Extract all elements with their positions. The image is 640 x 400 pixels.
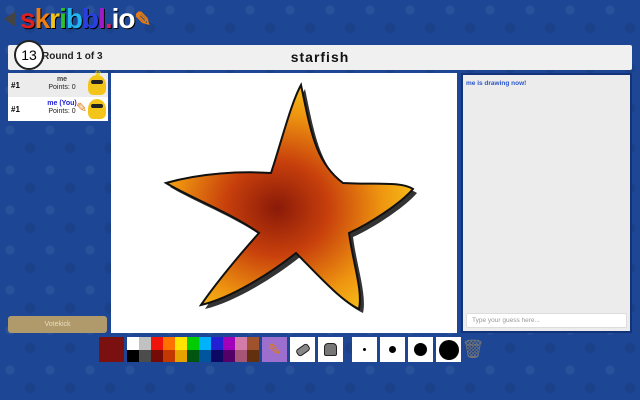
color-swatch[interactable] [247, 337, 259, 350]
brush-dot-icon [438, 339, 459, 360]
starfish-drawing [163, 82, 417, 313]
color-palette [127, 337, 259, 363]
eraser-icon [294, 342, 311, 357]
color-swatch[interactable] [235, 349, 247, 362]
color-swatch[interactable] [175, 349, 187, 362]
eraser-tool-button[interactable] [290, 337, 315, 362]
color-swatch[interactable] [223, 349, 235, 362]
pencil-icon: ✎ [267, 341, 282, 359]
logo-pencil-icon: ✎ [134, 8, 152, 31]
player-rank: #1 [11, 81, 20, 90]
color-swatch[interactable] [211, 337, 223, 350]
logo-letter: o [118, 3, 135, 34]
color-swatch[interactable] [139, 349, 151, 362]
fill-tool-button[interactable] [318, 337, 343, 362]
color-swatch[interactable] [223, 337, 235, 350]
color-swatch[interactable] [127, 337, 139, 350]
game-header: 13 Round 1 of 3 starfish [8, 40, 632, 70]
chat-panel: me is drawing now! Type your guess here.… [461, 73, 632, 333]
color-swatch[interactable] [211, 349, 223, 362]
player-row[interactable]: #1 me Points: 0 ♛ [8, 69, 108, 97]
current-color-swatch [99, 337, 124, 362]
color-swatch[interactable] [187, 337, 199, 350]
color-swatch[interactable] [139, 337, 151, 350]
color-swatch[interactable] [127, 349, 139, 362]
current-word: starfish [290, 49, 350, 65]
color-swatch[interactable] [163, 337, 175, 350]
player-list: #1 me Points: 0 ♛ #1 me (You) Points: 0 … [8, 69, 108, 121]
brush-size-1[interactable] [352, 337, 377, 362]
drawing-canvas[interactable] [111, 73, 457, 333]
color-swatch[interactable] [235, 337, 247, 350]
brush-dot-icon [414, 343, 427, 356]
player-rank: #1 [11, 105, 20, 114]
logo-letter: r [49, 3, 60, 34]
logo-text: skribbl.io [20, 3, 136, 35]
color-swatch[interactable] [199, 337, 211, 350]
color-swatch[interactable] [151, 337, 163, 350]
fill-bucket-icon [324, 343, 337, 356]
player-points: Points: 0 [48, 84, 76, 91]
pencil-tool-button[interactable]: ✎ [262, 337, 287, 362]
brush-size-4[interactable] [436, 337, 461, 362]
trash-icon: 🗑 [461, 339, 485, 359]
brush-size-3[interactable] [408, 337, 433, 362]
brush-dot-icon [363, 348, 366, 351]
logo-letter: . [104, 3, 113, 34]
drawing-pencil-icon: ✎ [76, 100, 87, 115]
color-swatch[interactable] [247, 349, 259, 362]
logo-letter: l [98, 3, 106, 34]
drawing-toolbar: ✎ 🗑 [99, 337, 485, 363]
player-name: me [56, 76, 68, 83]
logo-letter: b [81, 3, 99, 34]
color-swatch[interactable] [151, 349, 163, 362]
color-swatch[interactable] [187, 349, 199, 362]
chat-message: me is drawing now! [466, 80, 527, 87]
guess-input[interactable]: Type your guess here... [466, 313, 627, 328]
color-swatch[interactable] [175, 337, 187, 350]
player-row[interactable]: #1 me (You) Points: 0 ✎ [8, 97, 108, 121]
color-swatch[interactable] [199, 349, 211, 362]
avatar [88, 99, 106, 119]
logo-letter: s [20, 3, 36, 34]
logo[interactable]: skribbl.io ✎ [4, 3, 152, 35]
back-arrow-icon[interactable] [4, 11, 16, 27]
logo-letter: b [65, 3, 83, 34]
brush-size-2[interactable] [380, 337, 405, 362]
crown-icon: ♛ [93, 69, 102, 79]
votekick-button[interactable]: Votekick [8, 316, 107, 333]
clear-canvas-button[interactable]: 🗑 [461, 337, 485, 362]
logo-letter: k [34, 3, 51, 34]
brush-dot-icon [389, 346, 396, 353]
logo-letter: i [59, 3, 67, 34]
color-swatch[interactable] [163, 349, 175, 362]
